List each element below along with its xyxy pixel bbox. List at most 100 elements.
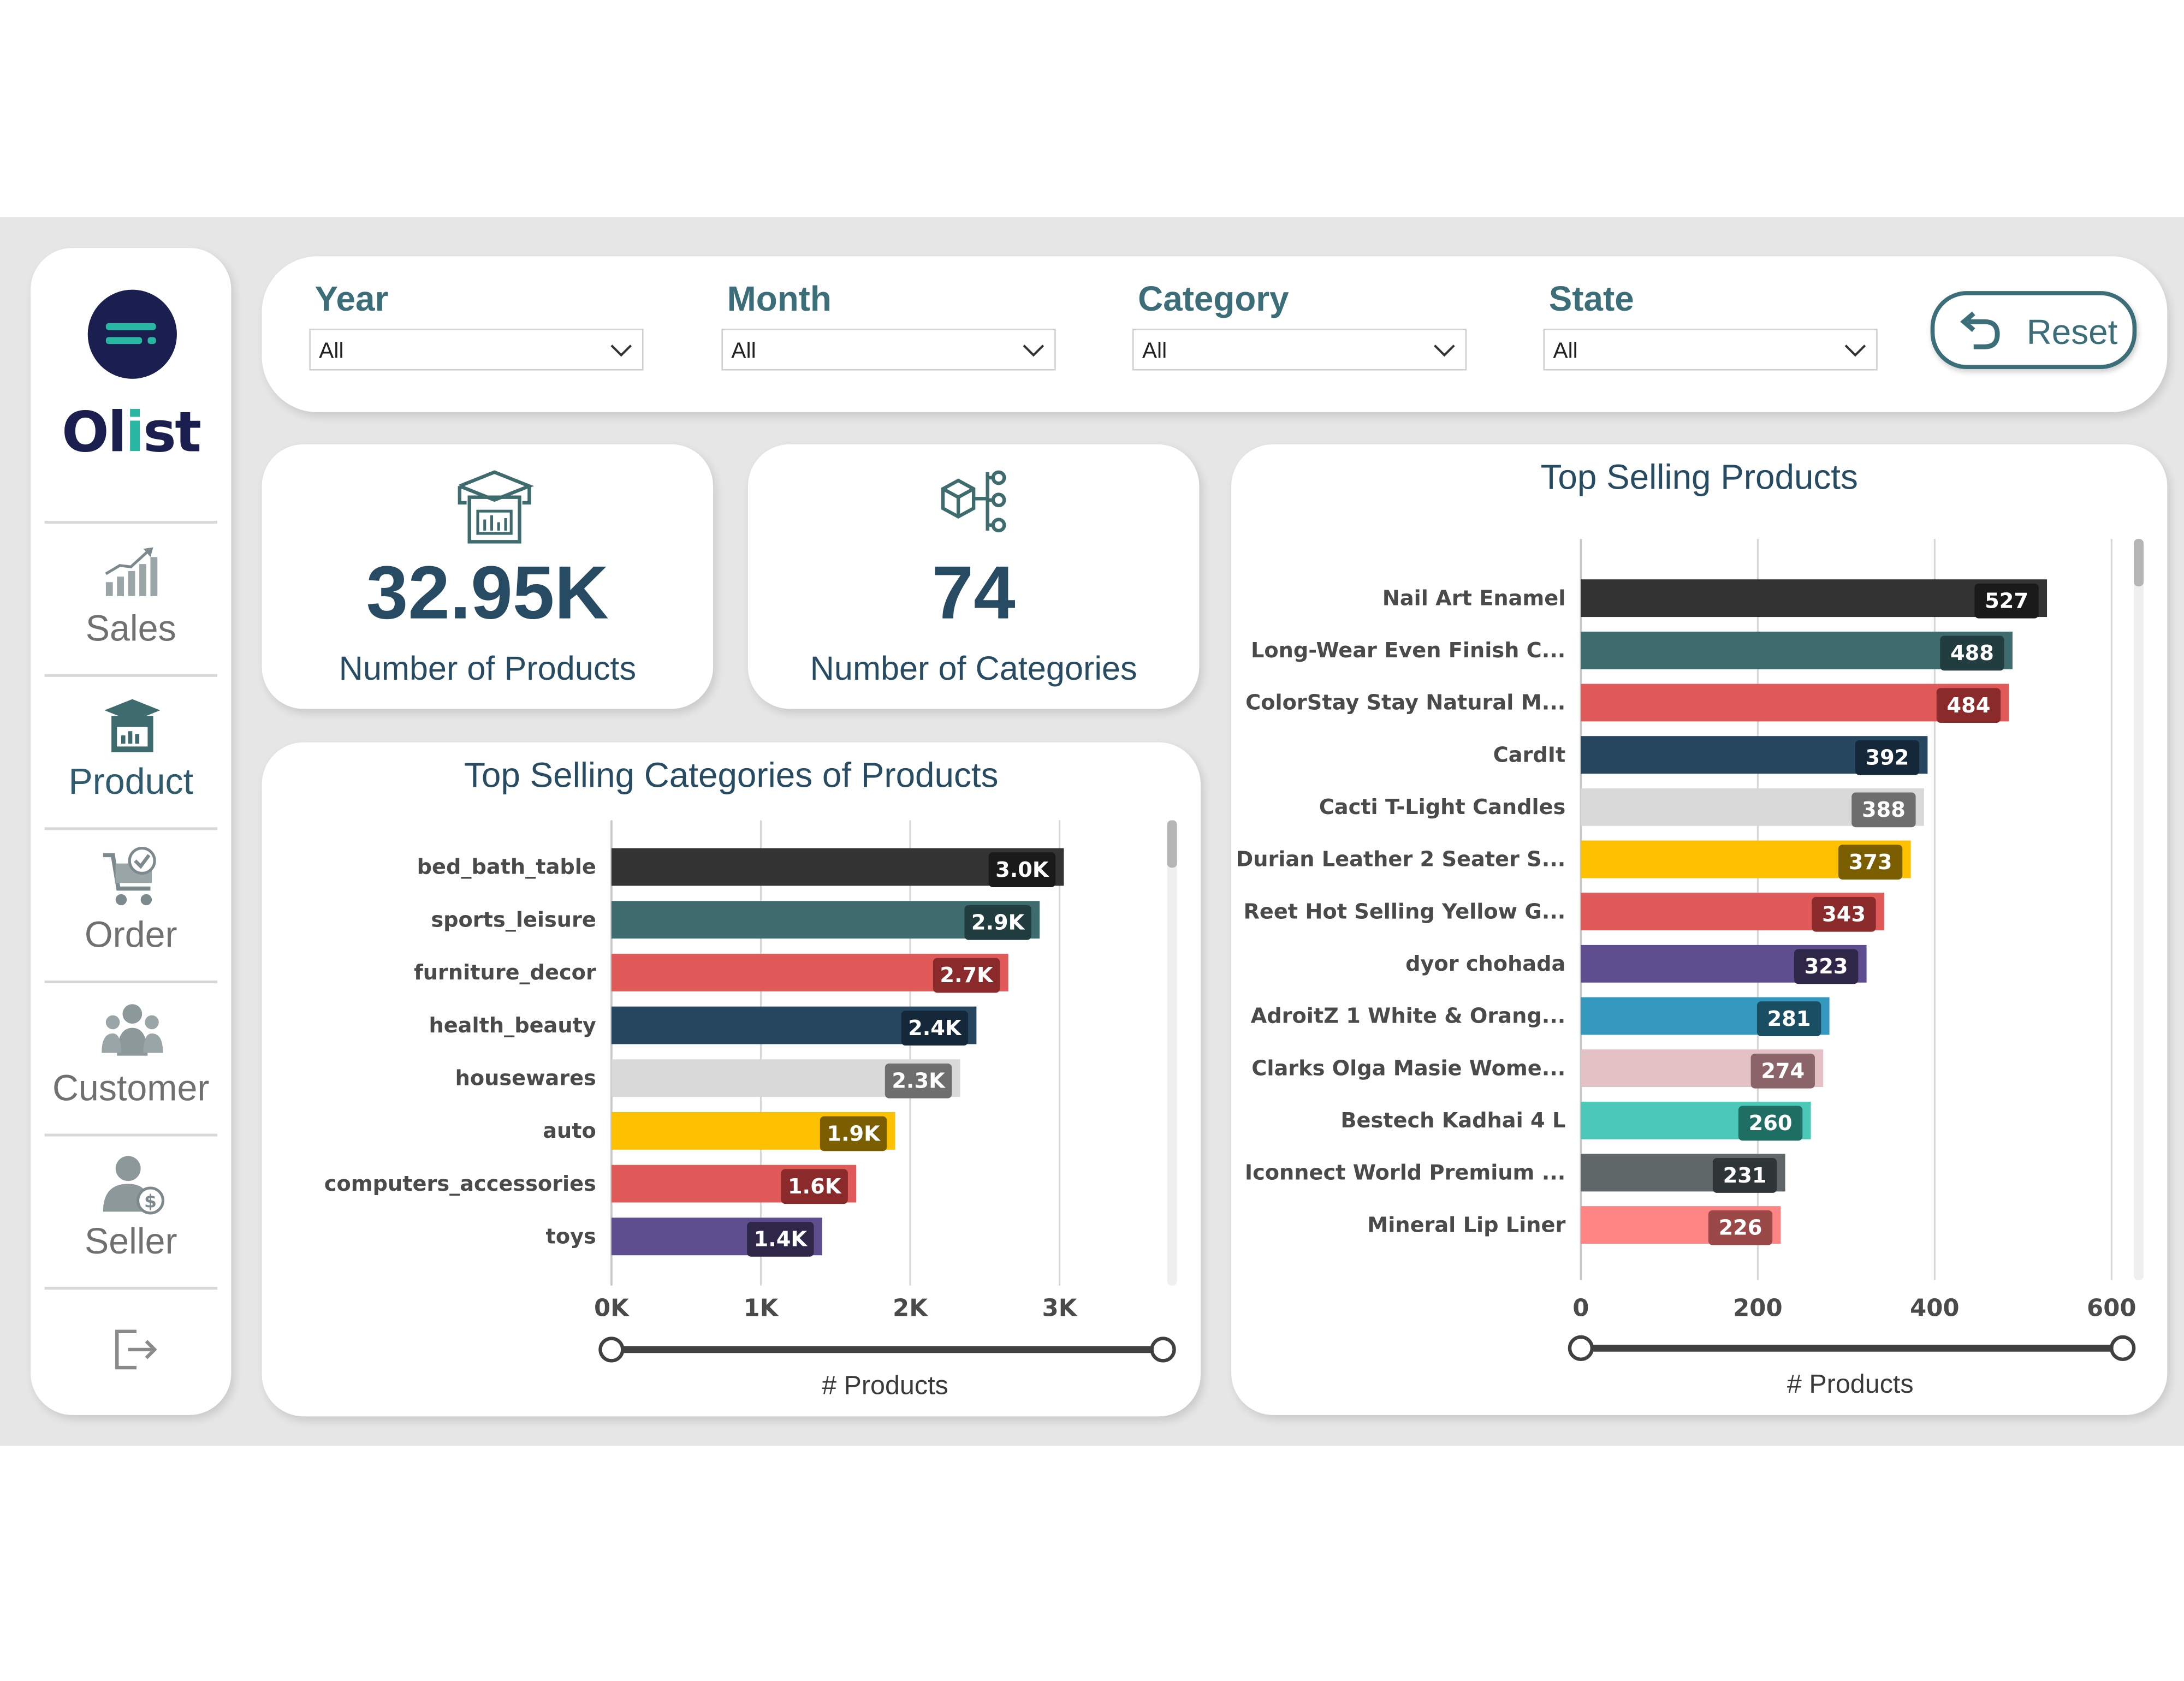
data-label: 281: [1767, 1007, 1811, 1031]
category-label: sports_leisure: [431, 907, 596, 932]
nav-item-product[interactable]: Product: [31, 680, 231, 830]
data-label: 2.4K: [908, 1016, 962, 1041]
data-label: 231: [1723, 1163, 1767, 1188]
category-tree-icon: [941, 470, 1006, 533]
scrollbar-thumb[interactable]: [1167, 820, 1177, 868]
category-label: CardIt: [1493, 743, 1566, 767]
reset-button[interactable]: Reset: [1930, 291, 2137, 370]
x-axis-title: # Products: [822, 1371, 948, 1401]
year-dropdown[interactable]: All: [309, 329, 644, 371]
range-slider-handle-end[interactable]: [2110, 1335, 2136, 1361]
nav-divider: [44, 980, 217, 984]
product-box-icon: [458, 470, 534, 544]
month-dropdown[interactable]: All: [721, 329, 1056, 371]
data-label: 2.9K: [971, 911, 1025, 935]
top-categories-chart-card: Top Selling Categories of Products 0K 1K 2…: [262, 742, 1201, 1417]
x-tick-label: 0: [1572, 1295, 1589, 1322]
scrollbar-track[interactable]: [2134, 539, 2144, 1280]
category-label: health_beauty: [429, 1013, 596, 1038]
shopping-cart-check-icon: [103, 847, 156, 906]
state-dropdown-value: All: [1553, 340, 1578, 364]
brand-logo-text: Olist: [31, 401, 231, 465]
brand-name-prefix: Ol: [62, 401, 127, 466]
product-box-icon: [104, 699, 161, 752]
data-label: 3.0K: [995, 858, 1049, 882]
nav-item-seller[interactable]: $ Seller: [31, 1139, 231, 1290]
category-label: housewares: [455, 1066, 596, 1090]
category-label: AdroitZ 1 White & Orang...: [1251, 1004, 1566, 1029]
data-label: 373: [1849, 850, 1892, 875]
kpi-card-products: 32.95K Number of Products: [262, 444, 714, 709]
nav-item-sales[interactable]: Sales: [31, 526, 231, 677]
data-label: 388: [1862, 798, 1906, 822]
exit-icon[interactable]: [111, 1326, 159, 1374]
category-label: Durian Leather 2 Seater S...: [1236, 847, 1565, 872]
svg-text:$: $: [144, 1191, 157, 1212]
category-label: auto: [543, 1119, 596, 1143]
category-label: dyor chohada: [1405, 952, 1565, 976]
state-dropdown[interactable]: All: [1543, 329, 1878, 371]
kpi-card-categories: 74 Number of Categories: [747, 444, 1200, 709]
sales-chart-icon: [105, 547, 158, 596]
data-label: 1.9K: [827, 1121, 881, 1146]
nav-divider: [44, 1133, 217, 1137]
category-label: toys: [546, 1225, 596, 1249]
category-label: Reet Hot Selling Yellow G...: [1243, 899, 1565, 924]
data-label: 527: [1985, 589, 2028, 614]
category-dropdown-value: All: [1142, 340, 1167, 364]
kpi-products-label: Number of Products: [339, 650, 637, 688]
x-axis-title: # Products: [1787, 1370, 1914, 1400]
nav-label-customer: Customer: [52, 1067, 210, 1109]
data-label: 226: [1719, 1215, 1762, 1240]
x-tick-label: 1K: [744, 1295, 779, 1322]
nav-divider: [44, 674, 217, 677]
category-label: furniture_decor: [414, 960, 596, 985]
range-slider-handle-end[interactable]: [1150, 1337, 1176, 1363]
chevron-down-icon: [610, 344, 632, 357]
kpi-categories-value: 74: [931, 551, 1016, 635]
data-label: 2.7K: [940, 963, 994, 988]
data-label: 1.4K: [754, 1227, 808, 1252]
chevron-down-icon: [1844, 344, 1866, 357]
kpi-categories-label: Number of Categories: [810, 650, 1137, 688]
top-products-chart-card: Top Selling Products 0 200 400 600 Nail Art …: [1231, 444, 2168, 1415]
nav-item-order[interactable]: Order: [31, 833, 231, 983]
category-label: ColorStay Stay Natural M...: [1245, 691, 1565, 715]
category-dropdown[interactable]: All: [1132, 329, 1467, 371]
range-slider-handle-start[interactable]: [598, 1337, 625, 1363]
data-label: 323: [1805, 954, 1848, 979]
category-slicer: Category All: [1132, 276, 1467, 371]
category-label: computers_accessories: [324, 1172, 596, 1196]
nav-label-order: Order: [85, 913, 177, 955]
range-slider-handle-start[interactable]: [1568, 1335, 1594, 1361]
category-label: Nail Art Enamel: [1382, 586, 1566, 610]
top-categories-chart: 0K 1K 2K 3K bed_bath_table 3.0K sports_leisure…: [324, 820, 1177, 1363]
scrollbar-track[interactable]: [1167, 820, 1177, 1286]
data-label: 488: [1950, 641, 1994, 666]
x-tick-label: 3K: [1042, 1295, 1078, 1322]
x-tick-label: 200: [1733, 1295, 1783, 1322]
customers-group-icon: [102, 1004, 163, 1056]
state-slicer-title: State: [1548, 280, 1634, 319]
filter-bar: Year All Month All Category All State Al…: [262, 256, 2168, 413]
x-tick-label: 600: [2087, 1295, 2136, 1322]
category-label: Long-Wear Even Finish C...: [1251, 638, 1565, 663]
brand-name-accent: i: [125, 401, 145, 466]
scrollbar-thumb[interactable]: [2134, 539, 2144, 586]
nav-label-seller: Seller: [84, 1220, 177, 1262]
year-dropdown-value: All: [319, 340, 344, 364]
sidebar-nav: Olist Sales Product Order Customer $ Sel…: [31, 248, 232, 1415]
chevron-down-icon: [1023, 344, 1044, 357]
nav-label-product: Product: [68, 760, 194, 803]
nav-item-customer[interactable]: Customer: [31, 986, 231, 1137]
nav-divider: [44, 1287, 217, 1290]
state-slicer: State All: [1543, 276, 1878, 371]
kpi-products-value: 32.95K: [366, 551, 609, 635]
data-label: 2.3K: [892, 1069, 946, 1094]
nav-divider: [44, 521, 217, 524]
year-slicer: Year All: [309, 276, 644, 371]
category-label: Bestech Kadhai 4 L: [1340, 1108, 1565, 1133]
year-slicer-title: Year: [314, 280, 389, 319]
month-dropdown-value: All: [731, 340, 756, 364]
category-label: Cacti T-Light Candles: [1319, 795, 1566, 819]
